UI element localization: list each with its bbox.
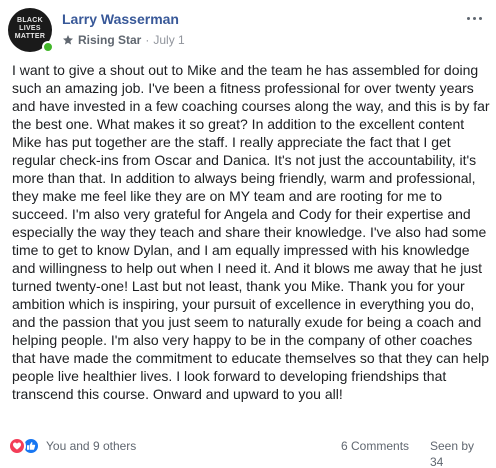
more-options-icon[interactable] (464, 10, 484, 26)
comments-count[interactable]: 6 Comments (341, 438, 409, 454)
reaction-summary[interactable]: You and 9 others (46, 437, 136, 455)
post-body: I want to give a shout out to Mike and t… (12, 62, 490, 402)
meta-separator: · (145, 33, 150, 47)
reactions-bar[interactable]: You and 9 others (8, 437, 136, 455)
group-post: BLACK LIVES MATTER Larry Wasserman Risin… (0, 0, 496, 468)
online-status-dot (42, 41, 54, 53)
post-footer: You and 9 others 6 Comments Seen by 34 (8, 436, 488, 468)
rising-star-icon (63, 35, 73, 45)
member-badge[interactable]: Rising Star (78, 32, 141, 48)
avatar-logo-text: BLACK LIVES MATTER (14, 17, 46, 40)
love-icon (8, 437, 26, 455)
author-name[interactable]: Larry Wasserman (62, 10, 179, 28)
post-header: BLACK LIVES MATTER Larry Wasserman Risin… (8, 8, 488, 53)
post-meta: Rising Star · July 1 (62, 32, 185, 48)
post-date[interactable]: July 1 (153, 32, 184, 48)
seen-by-count[interactable]: Seen by 34 (430, 438, 488, 468)
